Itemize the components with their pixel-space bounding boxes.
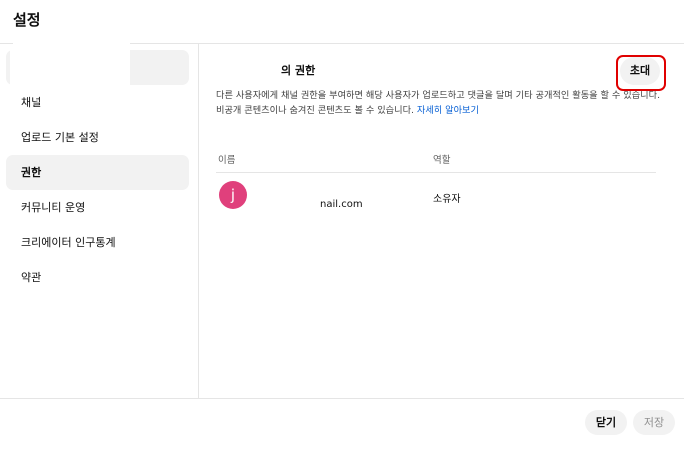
table-divider <box>216 172 656 173</box>
learn-more-link[interactable]: 자세히 알아보기 <box>417 105 479 116</box>
sidebar-item-agreements[interactable]: 약관 <box>6 260 189 295</box>
sidebar: 채널 업로드 기본 설정 권한 커뮤니티 운영 크리에이터 인구통계 약관 <box>0 44 199 398</box>
save-button[interactable]: 저장 <box>633 410 675 435</box>
permissions-description: 다른 사용자에게 채널 권한을 부여하면 해당 사용자가 업로드하고 댓글을 달… <box>216 88 663 118</box>
sidebar-item-label: 크리에이터 인구통계 <box>21 236 116 249</box>
invite-button[interactable]: 초대 <box>620 57 660 85</box>
sidebar-item-label: 약관 <box>21 271 42 284</box>
page-title: 설정 <box>13 11 41 29</box>
sidebar-item-label: 권한 <box>21 166 42 179</box>
sidebar-item-label: 커뮤니티 운영 <box>21 201 86 214</box>
sidebar-item-upload-defaults[interactable]: 업로드 기본 설정 <box>6 120 189 155</box>
user-role: 소유자 <box>433 194 461 205</box>
avatar: j <box>219 181 247 209</box>
user-email: nail.com <box>320 199 363 210</box>
footer-divider <box>0 398 684 399</box>
sidebar-item-community[interactable]: 커뮤니티 운영 <box>6 190 189 225</box>
section-title: 의 권한 <box>281 64 316 77</box>
sidebar-item-permissions[interactable]: 권한 <box>6 155 189 190</box>
sidebar-item-label: 채널 <box>21 96 42 109</box>
redaction-block <box>10 48 130 86</box>
column-header-name: 이름 <box>218 155 236 166</box>
sidebar-item-label: 업로드 기본 설정 <box>21 131 99 144</box>
column-header-role: 역할 <box>433 155 451 166</box>
sidebar-item-channel[interactable]: 채널 <box>6 85 189 120</box>
sidebar-item-demographics[interactable]: 크리에이터 인구통계 <box>6 225 189 260</box>
permissions-panel: 의 권한 초대 다른 사용자에게 채널 권한을 부여하면 해당 사용자가 업로드… <box>199 44 684 398</box>
close-button[interactable]: 닫기 <box>585 410 627 435</box>
